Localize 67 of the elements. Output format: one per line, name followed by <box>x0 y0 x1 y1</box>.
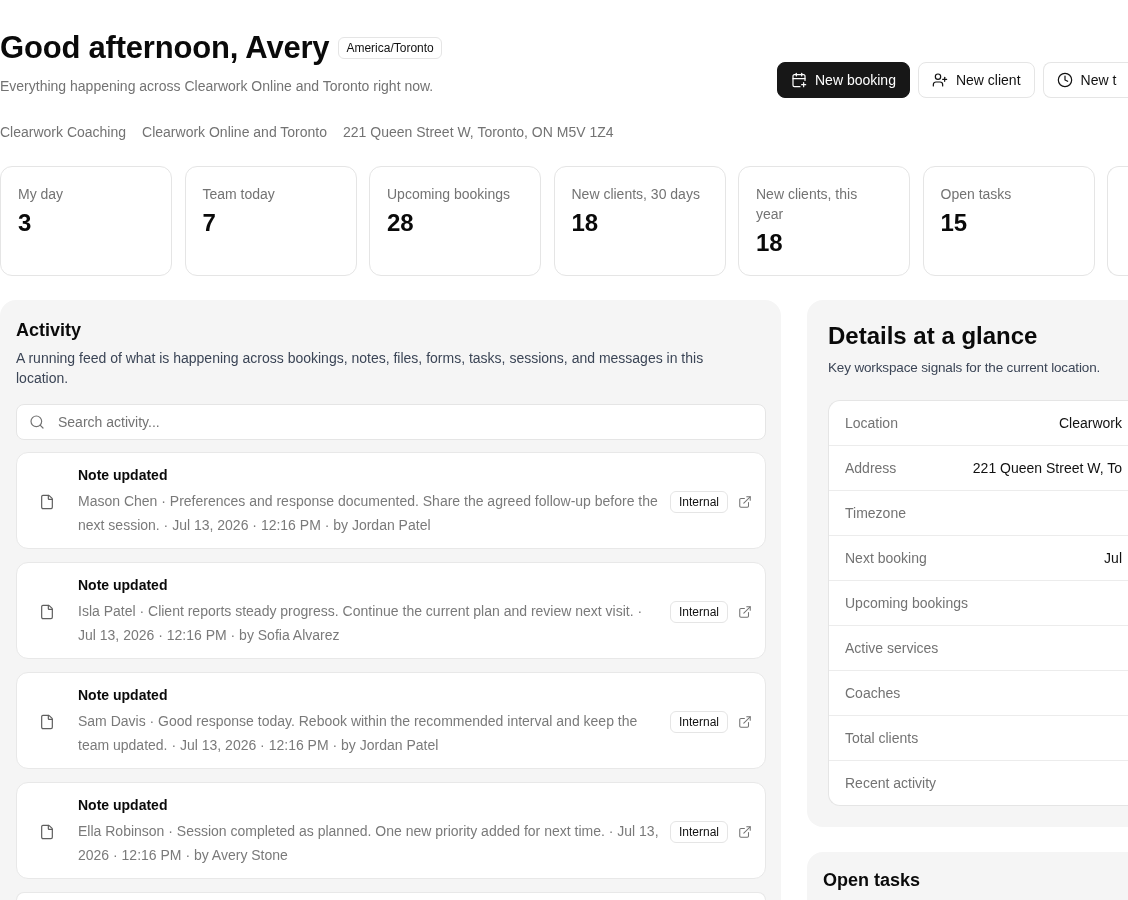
page-title: Good afternoon, Avery <box>0 30 330 66</box>
calendar-plus-icon <box>791 72 807 88</box>
detail-label: Address <box>845 459 897 478</box>
stat-value: 7 <box>202 208 216 238</box>
activity-text: Ella Robinson · Session completed as planned. One new priority added for next time. · Jul 13, 2026 · 12:16 PM · by Avery Stone <box>78 822 660 865</box>
document-icon <box>39 823 55 840</box>
detail-label: Next booking <box>845 549 927 568</box>
visibility-badge: Internal <box>669 710 728 733</box>
primary-button[interactable]: New booking <box>777 62 910 98</box>
document-icon <box>39 713 55 730</box>
external-link-icon[interactable] <box>738 494 752 509</box>
stat-value: 18 <box>571 208 599 238</box>
external-link-icon[interactable] <box>738 824 752 839</box>
detail-label: Location <box>845 414 898 433</box>
action-button[interactable]: New client <box>917 62 1035 98</box>
panel-title: Details at a glance <box>828 321 1038 351</box>
activity-item[interactable]: Note updated Isla Patel · Client reports steady progress. Continue the current plan and review next visit. · Jul 13, 2026 · 12:16 PM · by Sofia Alvarez Internal <box>16 562 766 659</box>
panel-description: Key workspace signals for the current location. <box>828 359 1101 377</box>
activity-title: Note updated <box>78 796 168 814</box>
document-icon <box>39 603 55 620</box>
action-button[interactable]: New t <box>1042 62 1128 98</box>
stat-value: 18 <box>756 228 783 258</box>
detail-label: Timezone <box>845 504 906 523</box>
visibility-badge: Internal <box>669 820 728 843</box>
stat-label: New clients, this year <box>756 185 859 224</box>
panel-description: A running feed of what is happening across bookings, notes, files, forms, tasks, sessions, and messages in this location. <box>16 349 705 388</box>
visibility-badge: Internal <box>669 600 728 623</box>
activity-title: Note updated <box>78 686 168 704</box>
activity-title: Note updated <box>78 466 168 484</box>
clock-icon <box>1056 72 1073 88</box>
activity-text: Mason Chen · Preferences and response documented. Share the agreed follow-up before the next session. · Jul 13, 2026 · 12:16 PM · by Jordan Patel <box>78 492 659 535</box>
page-subtitle: Everything happening across Clearwork Online and Toronto right now. <box>0 77 435 96</box>
detail-label: Recent activity <box>845 774 937 793</box>
meta-text: Clearwork Online and Toronto <box>142 123 327 142</box>
stat-label: My day <box>18 185 64 204</box>
timezone-badge: America/Toronto <box>338 37 442 59</box>
activity-item[interactable]: Note updated Mason Chen · Preferences and response documented. Share the agreed follow-up before the next session. · Jul 13, 2026 · 12:16 PM · by Jordan Patel Internal <box>16 452 766 549</box>
detail-label: Total clients <box>845 729 919 748</box>
detail-value: Clearwork <box>1059 414 1122 433</box>
meta-text: Clearwork Coaching <box>0 123 127 142</box>
detail-label: Coaches <box>845 684 901 703</box>
visibility-badge: Internal <box>669 490 728 513</box>
activity-item[interactable]: Note updated Sam Davis · Good response today. Rebook within the recommended interval and keep the team updated. · Jul 13, 2026 · 12:16 PM · by Jordan Patel Internal <box>16 672 766 769</box>
document-icon <box>39 493 55 510</box>
detail-label: Active services <box>845 639 939 658</box>
activity-item[interactable]: Note updated Ella Robinson · Session completed as planned. One new priority added for next time. · Jul 13, 2026 · 12:16 PM · by Avery Stone Internal <box>16 782 766 879</box>
activity-title: Note updated <box>78 576 168 594</box>
detail-value: 221 Queen Street W, To <box>972 459 1122 478</box>
search-icon <box>29 414 45 430</box>
stat-value: 3 <box>18 208 32 238</box>
external-link-icon[interactable] <box>738 604 752 619</box>
stat-label: New clients, 30 days <box>571 185 700 204</box>
stat-label: Team today <box>202 185 275 204</box>
activity-text: Sam Davis · Good response today. Rebook within the recommended interval and keep the team updated. · Jul 13, 2026 · 12:16 PM · by Jordan Patel <box>78 712 639 755</box>
stat-label: Upcoming bookings <box>387 185 510 204</box>
stat-value: 15 <box>940 208 968 238</box>
activity-text: Isla Patel · Client reports steady progress. Continue the current plan and review next visit. · Jul 13, 2026 · 12:16 PM · by Sofia Alvarez <box>78 602 644 645</box>
user-plus-icon <box>931 72 948 88</box>
meta-text: 221 Queen Street W, Toronto, ON M5V 1Z4 <box>343 123 614 142</box>
panel-title: Activity <box>16 319 82 342</box>
panel-title: Open tasks <box>823 869 921 892</box>
stat-value: 28 <box>387 208 414 238</box>
detail-label: Upcoming bookings <box>845 594 968 613</box>
external-link-icon[interactable] <box>738 714 752 729</box>
search-field[interactable]: Search activity... <box>16 404 766 440</box>
detail-value: Jul <box>1104 549 1122 568</box>
stat-label: Open tasks <box>940 185 1012 204</box>
